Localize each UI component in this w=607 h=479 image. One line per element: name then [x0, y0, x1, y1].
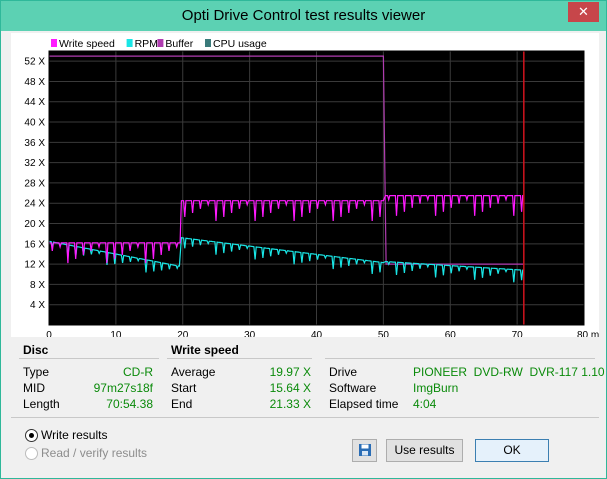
- legend-swatch: [126, 39, 133, 47]
- legend-label: Write speed: [59, 38, 115, 50]
- average-label: Average: [171, 365, 216, 379]
- title-bar: Opti Drive Control test results viewer ✕: [1, 1, 606, 31]
- ok-button[interactable]: OK: [475, 439, 549, 462]
- x-tick-label: 10: [110, 330, 122, 337]
- disc-length-label: Length: [23, 397, 60, 411]
- y-tick-label: 8 X: [30, 280, 45, 291]
- bottom-divider: [11, 417, 599, 418]
- close-button[interactable]: ✕: [568, 2, 599, 22]
- disc-type-label: Type: [23, 365, 50, 379]
- end-label: End: [171, 397, 193, 411]
- x-tick-label: 50: [378, 330, 390, 337]
- legend-label: CPU usage: [213, 38, 267, 50]
- legend-item: CPU usage: [205, 38, 267, 50]
- legend-label: RPM: [135, 38, 158, 50]
- write-speed-divider: [167, 358, 312, 359]
- software-value: ImgBurn: [413, 381, 459, 395]
- legend-swatch: [51, 39, 57, 47]
- save-icon: [358, 444, 371, 456]
- legend-label: Buffer: [165, 38, 193, 50]
- legend-swatch: [157, 39, 164, 47]
- x-tick-label: 70: [512, 330, 524, 337]
- save-button[interactable]: [352, 439, 377, 462]
- y-tick-label: 12 X: [24, 260, 45, 271]
- disc-type-value: CD-R: [123, 365, 153, 379]
- drive-divider: [325, 358, 595, 359]
- close-icon: ✕: [578, 4, 589, 19]
- speed-chart: 0 10 20 30 40 50 60 70 80 min 4 X 8 X 12 X 16 X 20 X 2…: [24, 38, 607, 341]
- disc-length-value: 70:54.38: [106, 397, 153, 411]
- window-title: Opti Drive Control test results viewer: [181, 7, 426, 24]
- disc-header: Disc: [23, 343, 49, 357]
- start-value: 15.64 X: [269, 381, 311, 395]
- radio-selected-dot: [29, 433, 34, 438]
- end-value: 21.33 X: [269, 397, 311, 411]
- x-tick-label: 40: [311, 330, 323, 337]
- elapsed-time-label: Elapsed time: [329, 397, 399, 411]
- disc-mid-label: MID: [23, 381, 45, 395]
- y-tick-label: 24 X: [24, 199, 45, 210]
- disc-divider: [19, 358, 159, 359]
- legend-swatch: [205, 39, 211, 47]
- legend-item: RPM: [126, 38, 158, 50]
- legend-item: Buffer: [157, 38, 194, 50]
- x-tick-label: 60: [445, 330, 457, 337]
- y-tick-label: 16 X: [24, 239, 45, 250]
- app-window: Opti Drive Control test results viewer ✕…: [0, 0, 607, 479]
- y-tick-label: 36 X: [24, 138, 45, 149]
- software-label: Software: [329, 381, 377, 395]
- x-tick-label: 0: [46, 330, 52, 337]
- drive-value: PIONEER DVD-RW DVR-117 1.10: [413, 365, 605, 379]
- drive-label: Drive: [329, 365, 358, 379]
- write-results-radio[interactable]: [25, 429, 38, 442]
- x-tick-label: 80 min: [577, 330, 599, 337]
- y-tick-label: 48 X: [24, 77, 45, 88]
- read-verify-radio[interactable]: [25, 447, 38, 460]
- average-value: 19.97 X: [269, 365, 311, 379]
- use-results-button[interactable]: Use results: [386, 439, 463, 462]
- disc-mid-value: 97m27s18f: [93, 381, 153, 395]
- write-results-label[interactable]: Write results: [41, 428, 107, 442]
- write-speed-header: Write speed: [171, 343, 239, 357]
- y-tick-label: 52 X: [24, 57, 45, 68]
- y-tick-label: 28 X: [24, 178, 45, 189]
- legend-item: Write speed: [51, 38, 115, 50]
- y-tick-label: 40 X: [24, 118, 45, 129]
- y-tick-label: 20 X: [24, 219, 45, 230]
- elapsed-time-value: 4:04: [413, 397, 437, 411]
- y-tick-label: 32 X: [24, 158, 45, 169]
- x-tick-label: 20: [177, 330, 189, 337]
- chart-panel: 0 10 20 30 40 50 60 70 80 min 4 X 8 X 12 X 16 X 20 X 2…: [11, 33, 607, 341]
- y-tick-label: 44 X: [24, 97, 45, 108]
- start-label: Start: [171, 381, 197, 395]
- x-tick-label: 30: [244, 330, 256, 337]
- read-verify-label[interactable]: Read / verify results: [41, 446, 147, 460]
- y-tick-label: 4 X: [30, 300, 45, 311]
